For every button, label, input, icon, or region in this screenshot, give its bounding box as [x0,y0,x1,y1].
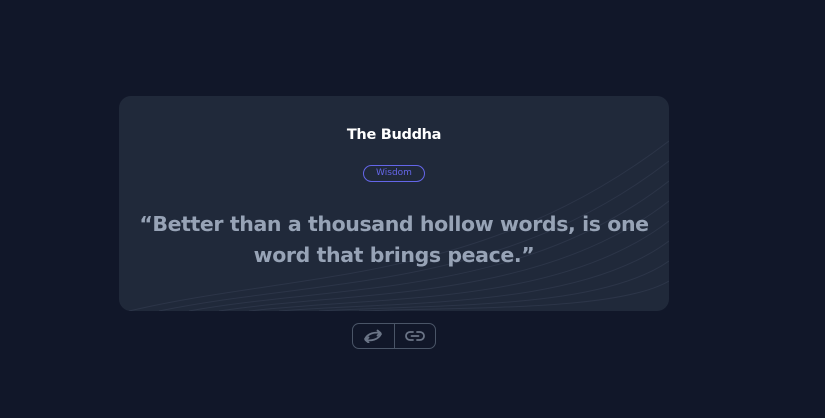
link-icon [404,331,425,341]
copy-link-button[interactable] [393,324,436,348]
random-quote-button[interactable] [353,324,394,348]
quote-author: The Buddha [346,127,442,143]
shuffle-arrows-icon [364,329,383,343]
page: The Buddha Wisdom “Better than a thousan… [0,0,825,418]
action-button-group [352,323,436,349]
quote-text: “Better than a thousand hollow words, is… [139,212,649,267]
tag-container: Wisdom [119,160,669,182]
category-tag[interactable]: Wisdom [363,165,425,182]
quote-card: The Buddha Wisdom “Better than a thousan… [119,96,669,311]
